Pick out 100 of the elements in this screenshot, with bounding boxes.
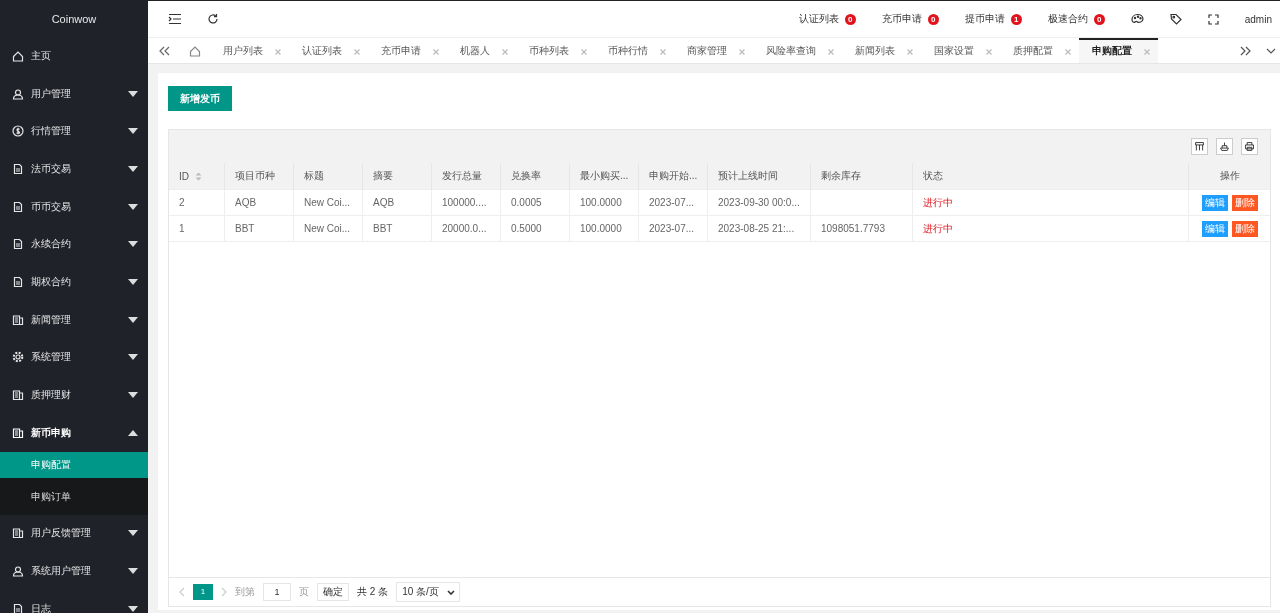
table-cell: New Coi...	[304, 223, 351, 234]
sidebar-item[interactable]: 系统用户管理	[0, 552, 148, 590]
user-name[interactable]: admin	[1244, 13, 1272, 25]
sidebar-item[interactable]: 币币交易	[0, 187, 148, 226]
sidebar-item[interactable]: 主页	[0, 37, 148, 75]
document-icon	[12, 275, 24, 288]
sidebar-item[interactable]: 期权合约	[0, 263, 148, 301]
tab[interactable]: 充币申请	[368, 38, 447, 63]
toolbar-button[interactable]	[1191, 138, 1208, 155]
status-text: 进行中	[923, 196, 953, 208]
user-icon	[12, 565, 24, 578]
caret-down-icon	[128, 568, 138, 575]
document-icon	[12, 162, 24, 175]
caret-down-icon	[128, 165, 138, 172]
notice-link[interactable]: 极速合约	[1047, 12, 1088, 26]
caret-down-icon	[128, 354, 138, 361]
column-header: 发行总量	[431, 163, 501, 190]
column-header[interactable]: ID	[169, 163, 225, 190]
menu-icon	[168, 13, 182, 25]
notice-link[interactable]: 充币申请	[881, 12, 922, 26]
tab[interactable]: 机器人	[447, 38, 516, 63]
brand-logo: Coinwow	[50, 11, 98, 27]
column-header: 项目币种	[224, 163, 294, 190]
tab[interactable]: 商家管理	[674, 38, 753, 63]
table-cell: BBT	[235, 223, 255, 234]
dollar-icon	[12, 125, 24, 138]
caret-down-icon	[128, 316, 138, 323]
close-icon	[354, 48, 360, 55]
newspaper-icon	[12, 313, 24, 326]
notice-link[interactable]: 认证列表	[798, 12, 839, 26]
sidebar-item[interactable]: 新币申购	[0, 413, 148, 452]
toolbar-button[interactable]	[1241, 138, 1258, 155]
sort-icon	[195, 172, 202, 182]
status-text: 进行中	[923, 222, 953, 234]
sidebar-item[interactable]: 日志	[0, 589, 148, 613]
column-header: 剩余库存	[810, 163, 913, 190]
tab[interactable]: 新闻列表	[842, 38, 921, 63]
table-cell: 100.0000	[580, 223, 622, 234]
export-icon	[1219, 141, 1230, 152]
column-header: 预计上线时间	[707, 163, 811, 190]
home-icon	[12, 49, 24, 62]
columns-icon	[1194, 141, 1205, 152]
sidebar-item[interactable]: 永续合约	[0, 225, 148, 264]
table-cell: AQB	[235, 197, 257, 208]
double-chevron-right-icon	[1240, 45, 1252, 56]
page-size-select[interactable]: 10 条/页	[396, 582, 460, 602]
confirm-button[interactable]: 确定	[317, 583, 349, 601]
chevron-right-icon	[221, 587, 227, 597]
chevron-left-icon	[179, 587, 185, 597]
tab[interactable]: 风险率查询	[753, 38, 842, 63]
caret-down-icon	[128, 128, 138, 135]
table-cell: 20000.0...	[442, 223, 487, 234]
column-header: 操作	[1188, 163, 1270, 190]
sidebar-item[interactable]: 行情管理	[0, 112, 148, 151]
tab[interactable]: 认证列表	[289, 38, 368, 63]
tab[interactable]: 国家设置	[921, 38, 1000, 63]
notice-link[interactable]: 提币申请	[964, 12, 1005, 26]
sidebar-subitem[interactable]: 申购配置	[0, 451, 148, 478]
caret-down-icon	[128, 203, 138, 210]
tab[interactable]: 币种行情	[595, 38, 674, 63]
tag-icon	[1169, 13, 1182, 25]
caret-down-icon	[128, 605, 138, 612]
close-icon	[986, 48, 992, 55]
sidebar-subitem[interactable]: 申购订单	[0, 477, 148, 515]
table-cell: New Coi...	[304, 197, 351, 208]
caret-down-icon	[128, 392, 138, 399]
refresh-icon	[207, 13, 219, 25]
table-cell: 0.5000	[511, 223, 542, 234]
table-cell: 2023-09-30 00:0...	[718, 197, 800, 208]
user-icon	[12, 87, 24, 100]
tab[interactable]: 质押配置	[1000, 38, 1079, 63]
close-icon	[581, 48, 587, 55]
page-input[interactable]: 1	[263, 583, 291, 601]
tab[interactable]: 币种列表	[516, 38, 595, 63]
toolbar-button[interactable]	[1216, 138, 1233, 155]
close-icon	[828, 48, 834, 55]
tab[interactable]: 申购配置	[1079, 38, 1158, 63]
sidebar-item[interactable]: 质押理财	[0, 376, 148, 414]
close-icon	[502, 48, 508, 55]
newspaper-icon	[12, 426, 24, 439]
column-header: 标题	[293, 163, 363, 190]
close-icon	[907, 48, 913, 55]
caret-down-icon	[128, 278, 138, 285]
newspaper-icon	[12, 389, 24, 402]
add-coin-button[interactable]: 新增发币	[168, 86, 232, 111]
sidebar-item[interactable]: 新闻管理	[0, 300, 148, 339]
sidebar-item[interactable]: 法币交易	[0, 150, 148, 188]
tab[interactable]: 用户列表	[210, 38, 289, 63]
column-header: 兑换率	[500, 163, 570, 190]
home-icon	[189, 44, 201, 57]
sidebar-item[interactable]: 用户反馈管理	[0, 514, 148, 553]
close-icon	[433, 48, 439, 55]
newspaper-icon	[12, 527, 24, 540]
fullscreen-icon	[1207, 13, 1219, 25]
sidebar-item[interactable]: 用户管理	[0, 74, 148, 113]
sidebar-item[interactable]: 系统管理	[0, 338, 148, 377]
document-icon	[12, 602, 24, 613]
table-cell: 100000....	[442, 197, 487, 208]
page-number[interactable]: 1	[193, 584, 213, 600]
column-header: 最小购买...	[569, 163, 639, 190]
